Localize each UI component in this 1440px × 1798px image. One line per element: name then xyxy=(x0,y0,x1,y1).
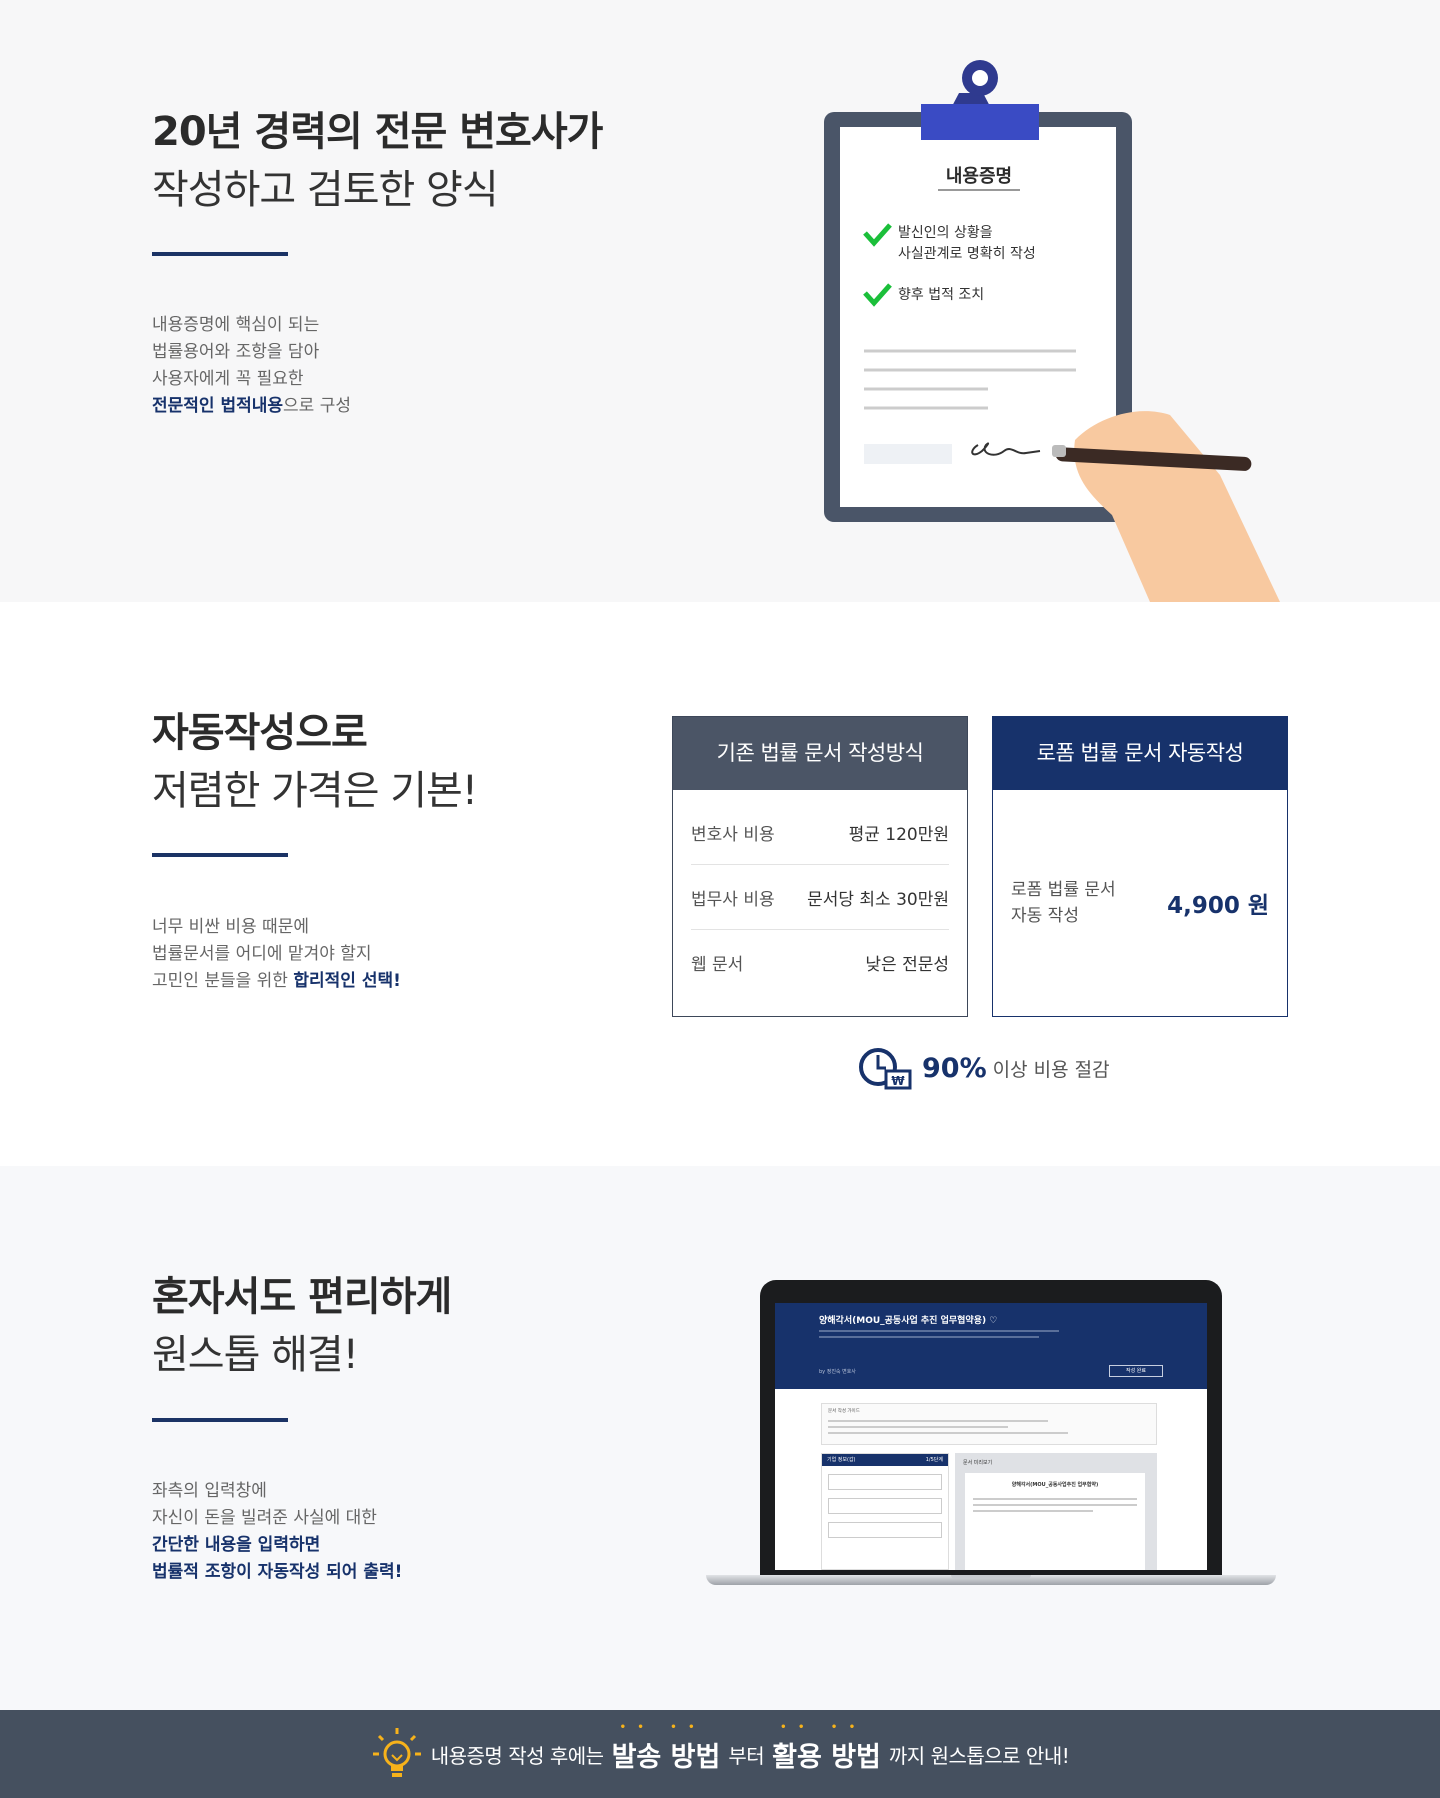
desc-line-last: 전문적인 법적내용으로 구성 xyxy=(152,393,351,420)
guide-title: 문서 작성 가이드 xyxy=(828,1409,860,1414)
guide-box: 문서 작성 가이드 xyxy=(821,1403,1157,1445)
doc-banner-title: 양해각서(MOU_공동사업 추진 업무협약용) ♡ xyxy=(819,1316,998,1326)
cost-label: 변호사 비용 xyxy=(691,824,775,845)
svg-text:₩: ₩ xyxy=(891,1074,905,1088)
footer-post: 까지 원스톱으로 안내! xyxy=(888,1743,1070,1768)
cost-value: 낮은 전문성 xyxy=(865,955,949,975)
doc-banner: 양해각서(MOU_공동사업 추진 업무협약용) ♡ by 정진숙 변호사 작성 … xyxy=(775,1303,1207,1389)
auto-label-line: 로폼 법률 문서 xyxy=(1011,880,1116,900)
footer-highlight-use: 활용 방법 xyxy=(772,1722,881,1774)
section1-title-light: 작성하고 검토한 양식 xyxy=(152,167,499,213)
section2-title-bold: 자동작성으로 xyxy=(152,710,368,756)
saving-text: 이상 비용 절감 xyxy=(992,1058,1110,1081)
doc-author: by 정진숙 변호사 xyxy=(819,1369,856,1375)
complete-button[interactable]: 작성 완료 xyxy=(1109,1365,1163,1377)
desc-prefix: 고민인 분들을 위한 xyxy=(152,971,294,991)
auto-price: 4,900 원 xyxy=(1167,893,1269,919)
lightbulb-icon xyxy=(372,1728,421,1777)
section2-description: 너무 비싼 비용 때문에 법률문서를 어디에 맡겨야 할지 고민인 분들을 위한… xyxy=(152,914,401,995)
footer-highlight-send: 발송 방법 xyxy=(612,1722,721,1774)
laptop-screen: 양해각서(MOU_공동사업 추진 업무협약용) ♡ by 정진숙 변호사 작성 … xyxy=(760,1280,1222,1575)
clipboard-check1: 발신인의 상황을 사실관계로 명확히 작성 xyxy=(898,223,1036,265)
desc-line: 자신이 돈을 빌려준 사실에 대한 xyxy=(152,1508,377,1528)
clipboard-svg xyxy=(824,60,1280,602)
desc-tail: 으로 구성 xyxy=(283,396,352,416)
section2-title-light: 저렴한 가격은 기본! xyxy=(152,768,478,814)
cost-row: 웹 문서 낮은 전문성 xyxy=(691,930,949,995)
cost-value: 문서당 최소 30만원 xyxy=(807,889,949,910)
laptop-content: 양해각서(MOU_공동사업 추진 업무협약용) ♡ by 정진숙 변호사 작성 … xyxy=(775,1303,1207,1570)
clipboard-illustration: 내용증명 발신인의 상황을 사실관계로 명확히 작성 향후 법적 조치 xyxy=(820,55,1290,602)
section3-title-bold: 혼자서도 편리하게 xyxy=(152,1274,452,1320)
clipboard-doc-title: 내용증명 xyxy=(945,166,1013,187)
desc-emphasis: 합리적인 선택! xyxy=(293,971,401,991)
desc-line: 법률용어와 조항을 담아 xyxy=(152,342,320,362)
footer-mid: 부터 xyxy=(728,1743,765,1768)
desc-line: 내용증명에 핵심이 되는 xyxy=(152,315,320,335)
preview-doc-title: 양해각서(MOU_공동사업추진 업무협약) xyxy=(1011,1482,1099,1488)
clock-won-icon: ₩ xyxy=(859,1048,912,1090)
preview-panel: 문서 미리보기 양해각서(MOU_공동사업추진 업무협약) xyxy=(955,1453,1157,1570)
section3-heading: 혼자서도 편리하게 원스톱 해결! xyxy=(152,1268,452,1384)
auto-label: 로폼 법률 문서 자동 작성 xyxy=(1011,877,1116,929)
section1-divider xyxy=(152,252,288,256)
input-panel-step: 1/5단계 xyxy=(925,1457,943,1463)
input-panel: 기업 정보(갑) 1/5단계 xyxy=(821,1453,949,1570)
input-field[interactable] xyxy=(828,1522,942,1538)
input-panel-title: 기업 정보(갑) xyxy=(827,1457,856,1463)
desc-emphasis: 법률적 조항이 자동작성 되어 출력! xyxy=(152,1562,403,1582)
section1-heading: 20년 경력의 전문 변호사가 작성하고 검토한 양식 xyxy=(152,103,603,219)
cost-label: 웹 문서 xyxy=(691,955,744,975)
auto-card-header: 로폼 법률 문서 자동작성 xyxy=(993,717,1287,790)
input-field[interactable] xyxy=(828,1498,942,1514)
traditional-method-card: 기존 법률 문서 작성방식 변호사 비용 평균 120만원 법무사 비용 문서당 최… xyxy=(672,716,968,1017)
desc-emphasis: 간단한 내용을 입력하면 xyxy=(152,1535,321,1555)
saving-note: ₩ 90% 이상 비용 절감 xyxy=(858,1044,1110,1092)
section3-title-light: 원스톱 해결! xyxy=(152,1332,359,1378)
footer-pre: 내용증명 작성 후에는 xyxy=(430,1743,604,1768)
section3-description: 좌측의 입력창에 자신이 돈을 빌려준 사실에 대한 간단한 내용을 입력하면 … xyxy=(152,1478,402,1586)
section3-divider xyxy=(152,1418,288,1422)
section2-divider xyxy=(152,853,288,857)
clip-bar xyxy=(921,104,1039,140)
auto-method-card: 로폼 법률 문서 자동작성 로폼 법률 문서 자동 작성 4,900 원 xyxy=(992,716,1288,1017)
desc-line: 너무 비싼 비용 때문에 xyxy=(152,917,309,937)
check1-line1: 발신인의 상황을 xyxy=(898,225,993,241)
check1-line2: 사실관계로 명확히 작성 xyxy=(898,246,1036,262)
hand-icon xyxy=(1074,411,1280,602)
clipboard-check2: 향후 법적 조치 xyxy=(898,287,985,303)
preview-panel-title: 문서 미리보기 xyxy=(963,1460,993,1466)
input-field[interactable] xyxy=(828,1474,942,1490)
preview-document: 양해각서(MOU_공동사업추진 업무협약) xyxy=(965,1473,1145,1570)
cost-row: 변호사 비용 평균 120만원 xyxy=(691,800,949,865)
section1-title-bold: 20년 경력의 전문 변호사가 xyxy=(152,109,603,155)
desc-line: 사용자에게 꼭 필요한 xyxy=(152,369,304,389)
desc-line: 법률문서를 어디에 맡겨야 할지 xyxy=(152,944,372,964)
section1-description: 내용증명에 핵심이 되는 법률용어와 조항을 담아 사용자에게 꼭 필요한 전문… xyxy=(152,312,351,420)
desc-line: 좌측의 입력창에 xyxy=(152,1481,267,1501)
cost-label: 법무사 비용 xyxy=(691,889,775,910)
laptop-notch xyxy=(951,1575,1031,1579)
section2-heading: 자동작성으로 저렴한 가격은 기본! xyxy=(152,704,478,820)
desc-emphasis: 전문적인 법적내용 xyxy=(152,396,284,416)
saving-percent: 90% xyxy=(922,1052,987,1084)
cost-value: 평균 120만원 xyxy=(848,824,949,845)
footer-message: 내용증명 작성 후에는 발송 방법 부터 활용 방법 까지 원스톱으로 안내! xyxy=(0,1710,1440,1798)
input-panel-header: 기업 정보(갑) 1/5단계 xyxy=(822,1454,948,1466)
auto-label-line: 자동 작성 xyxy=(1011,906,1079,926)
traditional-card-header: 기존 법률 문서 작성방식 xyxy=(673,717,967,790)
laptop-illustration: 양해각서(MOU_공동사업 추진 업무협약용) ♡ by 정진숙 변호사 작성 … xyxy=(706,1280,1276,1610)
cost-row: 법무사 비용 문서당 최소 30만원 xyxy=(691,865,949,930)
desc-line-last: 고민인 분들을 위한 합리적인 선택! xyxy=(152,968,401,995)
